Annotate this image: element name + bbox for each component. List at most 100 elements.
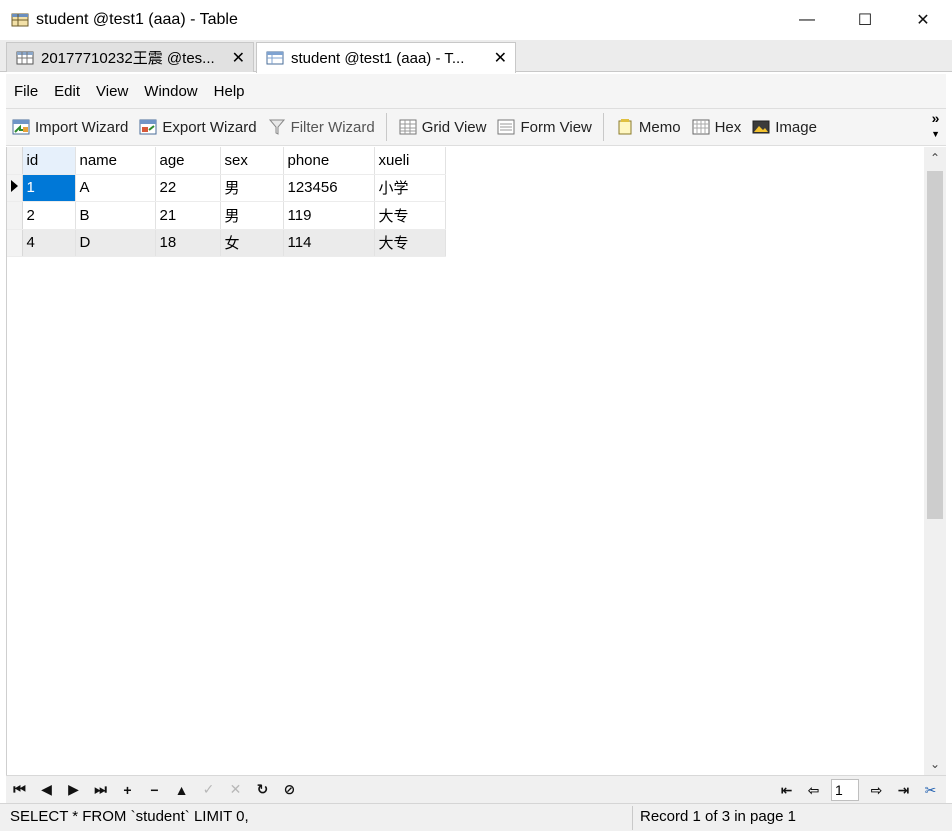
- status-bar: SELECT * FROM `student` LIMIT 0, Record …: [0, 803, 952, 831]
- column-header-age[interactable]: age: [155, 147, 221, 175]
- tab-student-table[interactable]: student @test1 (aaa) - T... ✕: [256, 42, 516, 73]
- row-indicator[interactable]: [7, 174, 23, 202]
- tab-close-icon[interactable]: ✕: [494, 48, 507, 68]
- data-grid[interactable]: id name age sex phone xueli 1 A 22 男 123…: [6, 147, 924, 775]
- table-row[interactable]: 4 D 18 女 114 大专: [7, 229, 446, 257]
- vertical-scrollbar[interactable]: ⌃ ⌄: [924, 147, 946, 775]
- cell-name[interactable]: D: [75, 229, 156, 257]
- stop-button[interactable]: ⊘: [276, 778, 303, 802]
- cell-sex[interactable]: 男: [220, 174, 284, 202]
- database-table-icon: [16, 51, 34, 64]
- cell-sex[interactable]: 男: [220, 201, 284, 230]
- limit-settings-icon[interactable]: ✂: [917, 778, 944, 802]
- cell-phone[interactable]: 119: [283, 201, 375, 230]
- previous-page-icon[interactable]: ⇦: [800, 778, 827, 802]
- cell-name[interactable]: A: [75, 174, 156, 202]
- column-header-phone[interactable]: phone: [283, 147, 375, 175]
- tab-label: 20177710232王震 @tes...: [41, 50, 215, 67]
- hex-button[interactable]: Hex: [686, 112, 747, 142]
- cell-phone[interactable]: 114: [283, 229, 375, 257]
- chevron-double-right-icon: »: [931, 110, 940, 126]
- menu-help[interactable]: Help: [214, 83, 245, 100]
- grid-view-label: Grid View: [421, 118, 487, 136]
- status-separator: [632, 806, 633, 830]
- export-wizard-button[interactable]: Export Wizard: [133, 112, 261, 142]
- tab-close-icon[interactable]: ✕: [232, 48, 245, 68]
- cell-age[interactable]: 21: [155, 201, 221, 230]
- export-icon: [139, 119, 157, 135]
- tab-database[interactable]: 20177710232王震 @tes... ✕: [6, 42, 254, 72]
- table-icon: [266, 51, 284, 65]
- grid-view-button[interactable]: Grid View: [393, 112, 492, 142]
- menu-window[interactable]: Window: [144, 83, 197, 100]
- row-indicator[interactable]: [7, 229, 23, 257]
- cell-name[interactable]: B: [75, 201, 156, 230]
- cell-id[interactable]: 2: [22, 201, 76, 230]
- prior-record-button[interactable]: ◀: [33, 778, 60, 802]
- last-page-icon[interactable]: ⇥: [890, 778, 917, 802]
- page-number-input[interactable]: 1: [831, 779, 859, 801]
- table-row[interactable]: 1 A 22 男 123456 小学: [7, 174, 446, 202]
- scrollbar-thumb[interactable]: [927, 171, 943, 519]
- record-navigator: ⏮ ◀ ▶ ⏭ + − ▲ ✓ ✕ ↻ ⊘ ⇤ ⇦ 1 ⇨ ⇥ ✂: [6, 775, 946, 803]
- cell-id[interactable]: 1: [22, 174, 76, 202]
- cell-phone[interactable]: 123456: [283, 174, 375, 202]
- column-header-sex[interactable]: sex: [220, 147, 284, 175]
- toolbar: Import Wizard Export Wizard Filter Wizar…: [6, 108, 946, 146]
- cell-age[interactable]: 22: [155, 174, 221, 202]
- tab-label: student @test1 (aaa) - T...: [291, 49, 465, 67]
- import-icon: [12, 119, 30, 135]
- next-record-button[interactable]: ▶: [60, 778, 87, 802]
- minimize-button[interactable]: —: [778, 0, 836, 40]
- cell-sex[interactable]: 女: [220, 229, 284, 257]
- cell-xueli[interactable]: 小学: [374, 174, 446, 202]
- row-header-corner: [7, 147, 23, 175]
- tab-bar: 20177710232王震 @tes... ✕ student @test1 (…: [0, 40, 952, 73]
- menu-edit[interactable]: Edit: [54, 83, 80, 100]
- column-header-xueli[interactable]: xueli: [374, 147, 446, 175]
- apply-changes-button[interactable]: ▲: [168, 778, 195, 802]
- image-button[interactable]: Image: [746, 112, 822, 142]
- chevron-down-icon: ▼: [931, 129, 940, 139]
- page-navigator: ⇤ ⇦ 1 ⇨ ⇥ ✂: [773, 778, 944, 802]
- discard-changes-icon[interactable]: ✕: [222, 778, 249, 802]
- maximize-button[interactable]: ☐: [836, 0, 894, 40]
- filter-wizard-button[interactable]: Filter Wizard: [262, 112, 380, 142]
- column-header-id[interactable]: id: [22, 147, 76, 175]
- window-title: student @test1 (aaa) - Table: [36, 11, 238, 28]
- table-row[interactable]: 2 B 21 男 119 大专: [7, 201, 446, 230]
- next-page-icon[interactable]: ⇨: [863, 778, 890, 802]
- confirm-icon[interactable]: ✓: [195, 778, 222, 802]
- cell-id[interactable]: 4: [22, 229, 76, 257]
- memo-button[interactable]: Memo: [610, 112, 686, 142]
- records-table: id name age sex phone xueli 1 A 22 男 123…: [7, 147, 446, 257]
- delete-record-button[interactable]: −: [141, 778, 168, 802]
- row-indicator[interactable]: [7, 201, 23, 230]
- add-record-button[interactable]: +: [114, 778, 141, 802]
- scroll-down-icon[interactable]: ⌄: [924, 753, 946, 775]
- filter-icon: [268, 119, 285, 135]
- menu-file[interactable]: File: [14, 83, 38, 100]
- cell-xueli[interactable]: 大专: [374, 229, 446, 257]
- last-record-button[interactable]: ⏭: [87, 778, 114, 802]
- memo-label: Memo: [638, 118, 681, 136]
- import-wizard-button[interactable]: Import Wizard: [6, 112, 133, 142]
- refresh-button[interactable]: ↻: [249, 778, 276, 802]
- cell-xueli[interactable]: 大专: [374, 201, 446, 230]
- memo-icon: [618, 119, 632, 135]
- first-page-icon[interactable]: ⇤: [773, 778, 800, 802]
- status-sql-query: SELECT * FROM `student` LIMIT 0,: [10, 808, 249, 825]
- form-view-icon: [497, 119, 515, 135]
- menu-view[interactable]: View: [96, 83, 128, 100]
- toolbar-overflow-button[interactable]: » ▼: [931, 111, 940, 141]
- form-view-button[interactable]: Form View: [491, 112, 596, 142]
- close-window-button[interactable]: ✕: [894, 0, 952, 40]
- column-header-name[interactable]: name: [75, 147, 156, 175]
- status-record-info: Record 1 of 3 in page 1: [640, 808, 796, 825]
- header-row: id name age sex phone xueli: [7, 147, 446, 175]
- first-record-button[interactable]: ⏮: [6, 778, 33, 802]
- grid-view-icon: [399, 119, 417, 135]
- cell-age[interactable]: 18: [155, 229, 221, 257]
- hex-label: Hex: [714, 118, 742, 136]
- scroll-up-icon[interactable]: ⌃: [924, 147, 946, 169]
